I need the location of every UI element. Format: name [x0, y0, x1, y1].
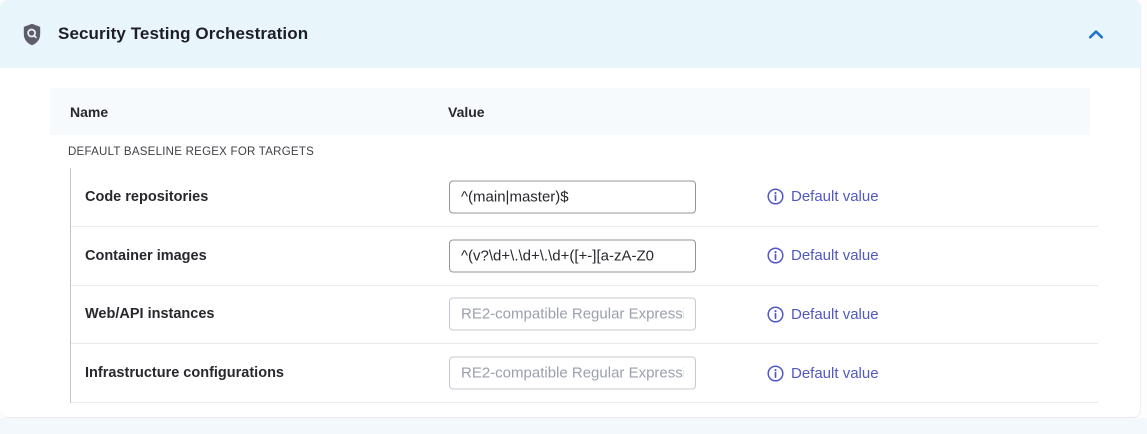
default-value-link[interactable]: Default value: [767, 188, 879, 205]
info-circle-icon: [767, 188, 784, 205]
default-value-link[interactable]: Default value: [767, 306, 879, 323]
default-value-label: Default value: [791, 247, 879, 264]
info-circle-icon: [767, 306, 784, 323]
default-value-label: Default value: [791, 188, 879, 205]
table-row-web-api-instances: Web/API instances Default value: [71, 286, 1098, 345]
column-header-value: Value: [448, 104, 485, 120]
container-images-regex-input[interactable]: [449, 239, 696, 272]
collapse-panel-button[interactable]: [1082, 20, 1110, 48]
default-value-link[interactable]: Default value: [767, 365, 879, 382]
web-api-instances-regex-input[interactable]: [449, 298, 696, 331]
column-header-name: Name: [70, 104, 108, 120]
row-label: Container images: [85, 248, 207, 264]
chevron-up-icon: [1088, 29, 1104, 40]
default-value-label: Default value: [791, 365, 879, 382]
table-row-code-repositories: Code repositories Default value: [71, 168, 1098, 227]
panel-title: Security Testing Orchestration: [58, 24, 308, 44]
infrastructure-configurations-regex-input[interactable]: [449, 357, 696, 390]
code-repositories-regex-input[interactable]: [449, 180, 696, 213]
panel-header-security-testing-orchestration[interactable]: Security Testing Orchestration: [0, 0, 1140, 68]
default-value-link[interactable]: Default value: [767, 247, 879, 264]
row-label: Code repositories: [85, 189, 208, 205]
settings-card: Security Testing Orchestration Name Valu…: [0, 0, 1141, 418]
shield-search-icon: [22, 23, 42, 46]
table-row-container-images: Container images Default value: [71, 227, 1098, 286]
security-settings-screen: Security Testing Orchestration Name Valu…: [0, 0, 1147, 434]
section-label-default-baseline-regex: DEFAULT BASELINE REGEX FOR TARGETS: [68, 146, 314, 158]
row-label: Web/API instances: [85, 306, 214, 322]
page-background: [0, 418, 1147, 434]
table-row-infrastructure-configurations: Infrastructure configurations Default va…: [71, 344, 1098, 403]
regex-rows-group: Code repositories Default value Containe…: [70, 168, 1098, 403]
table-header-row: Name Value: [50, 88, 1090, 135]
row-label: Infrastructure configurations: [85, 365, 284, 381]
info-circle-icon: [767, 365, 784, 382]
default-value-label: Default value: [791, 306, 879, 323]
info-circle-icon: [767, 247, 784, 264]
